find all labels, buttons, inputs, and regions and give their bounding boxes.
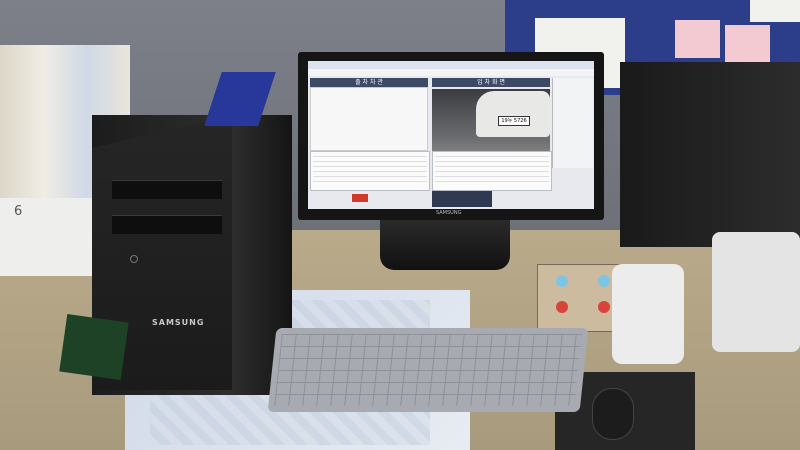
keyboard[interactable] <box>267 328 589 412</box>
blue-button-icon[interactable] <box>556 275 568 287</box>
white-note <box>750 0 800 22</box>
entry-log-list[interactable] <box>432 151 552 191</box>
exit-log-list[interactable] <box>310 151 430 191</box>
pink-note <box>675 20 720 58</box>
keyboard-keys <box>274 334 582 406</box>
alert-button[interactable] <box>352 194 368 202</box>
side-controls <box>552 78 593 168</box>
red-button-icon[interactable] <box>556 301 568 313</box>
left-panel: 출 차 차 관 <box>310 78 428 151</box>
left-panel-title: 출 차 차 관 <box>310 78 428 87</box>
right-panel-title: 입 차 화 면 <box>432 78 550 87</box>
left-panel-body <box>310 87 428 151</box>
desk-phone <box>712 232 800 352</box>
monitor-brand: SAMSUNG <box>436 210 462 216</box>
power-button-icon[interactable] <box>130 255 138 263</box>
pink-note <box>725 25 770 65</box>
drive-bay[interactable] <box>112 215 222 234</box>
mouse[interactable] <box>592 388 634 440</box>
status-panel <box>432 191 492 207</box>
car-image <box>476 91 550 137</box>
pc-brand-label: SAMSUNG <box>152 318 205 327</box>
monitor-stand <box>380 220 510 270</box>
intercom-handset[interactable] <box>612 264 684 364</box>
secondary-pc <box>620 62 800 247</box>
app-menu <box>308 69 594 76</box>
blue-button-icon[interactable] <box>598 275 610 287</box>
monitor-screen[interactable]: 출 차 차 관 입 차 화 면 19누 5726 <box>308 61 594 209</box>
optical-drive-bay[interactable] <box>112 180 222 199</box>
red-button-icon[interactable] <box>598 301 610 313</box>
license-plate: 19누 5726 <box>498 116 530 126</box>
calendar-month: 6 <box>14 204 23 219</box>
green-booklet <box>59 313 129 381</box>
right-panel: 입 차 화 면 <box>432 78 550 87</box>
